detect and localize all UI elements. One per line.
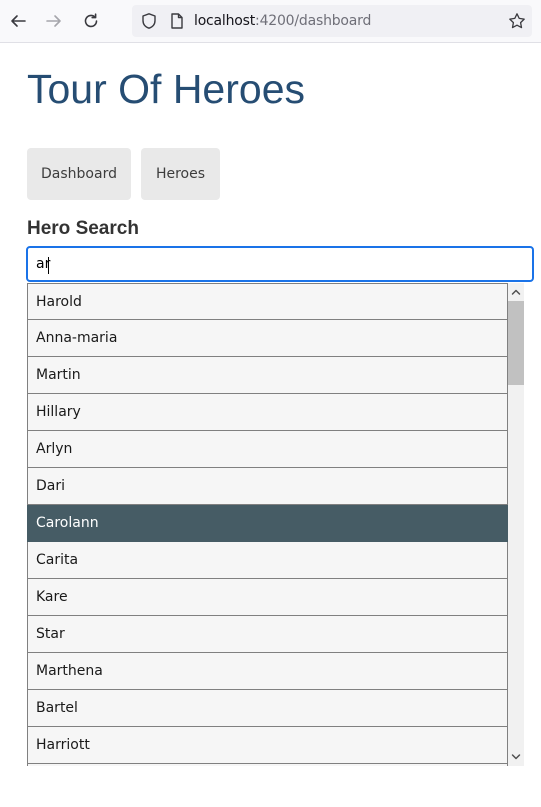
search-results[interactable]: Harold Anna-maria Martin Hillary Arlyn Dari Ca… — [27, 283, 524, 766]
search-result-item[interactable]: Harriott — [27, 727, 508, 764]
search-result-item[interactable]: Martin — [27, 357, 508, 394]
search-result-item[interactable]: Star — [27, 616, 508, 653]
text-caret — [48, 257, 49, 274]
search-result-item[interactable]: Hillary — [27, 394, 508, 431]
results-scrollbar[interactable] — [508, 283, 524, 766]
browser-toolbar: localhost:4200/dashboard — [0, 0, 541, 43]
reload-icon[interactable] — [79, 9, 103, 33]
hero-search-input[interactable] — [26, 246, 534, 282]
scrollbar-thumb[interactable] — [508, 301, 524, 385]
search-title: Hero Search — [27, 218, 139, 239]
shield-icon[interactable] — [140, 12, 158, 30]
search-result-item[interactable]: Harold — [27, 283, 508, 320]
search-result-item[interactable]: Arlyn — [27, 431, 508, 468]
search-result-item[interactable]: Carita — [27, 542, 508, 579]
scroll-down-icon[interactable] — [508, 749, 524, 765]
search-result-item[interactable]: Kare — [27, 579, 508, 616]
page-icon[interactable] — [168, 12, 186, 30]
search-result-list: Harold Anna-maria Martin Hillary Arlyn Dari Ca… — [27, 283, 508, 766]
heroes-nav-button[interactable]: Heroes — [141, 148, 220, 200]
dashboard-nav-button[interactable]: Dashboard — [27, 148, 131, 200]
search-result-item[interactable]: Dari — [27, 468, 508, 505]
scroll-up-icon[interactable] — [508, 284, 524, 300]
forward-icon[interactable] — [42, 9, 66, 33]
search-result-item[interactable]: Anna-maria — [27, 320, 508, 357]
search-result-item[interactable]: Marthena — [27, 653, 508, 690]
search-result-item[interactable]: Bartel — [27, 690, 508, 727]
search-result-item[interactable]: Carolann — [27, 505, 508, 542]
back-icon[interactable] — [6, 9, 30, 33]
url-path: :4200/dashboard — [255, 13, 372, 29]
search-result-item[interactable] — [27, 764, 508, 766]
page-title: Tour Of Heroes — [27, 66, 305, 112]
url-host: localhost — [194, 13, 256, 29]
bookmark-star-icon[interactable] — [508, 12, 526, 30]
url-text[interactable]: localhost:4200/dashboard — [194, 13, 371, 29]
url-bar[interactable]: localhost:4200/dashboard — [132, 5, 532, 37]
